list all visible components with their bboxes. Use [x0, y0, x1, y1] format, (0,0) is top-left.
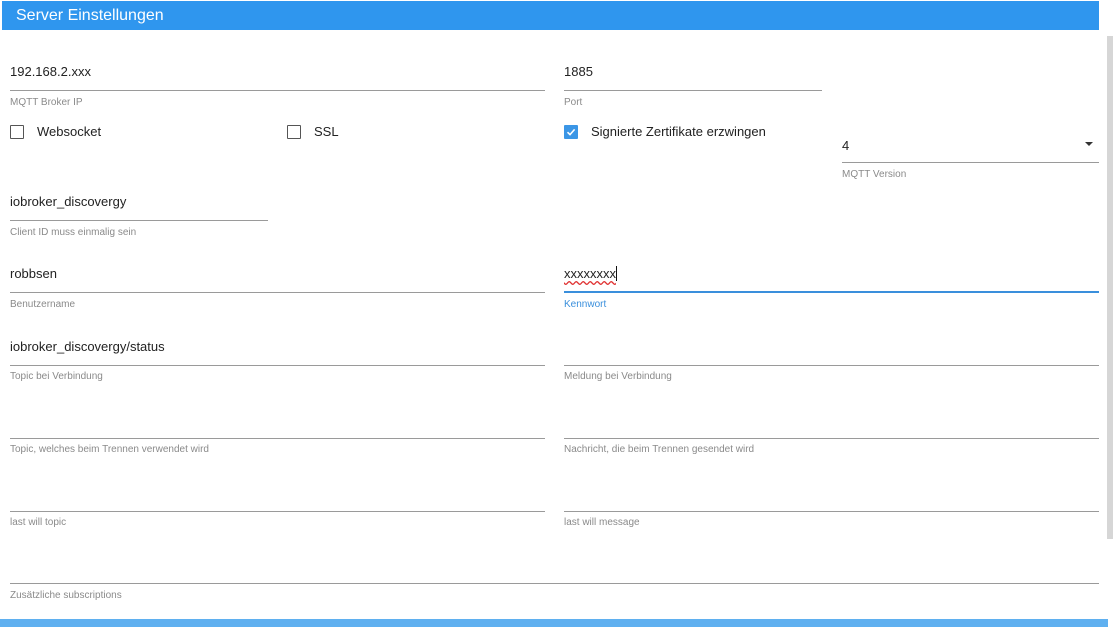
websocket-label[interactable]: Websocket	[37, 124, 101, 139]
connect-topic-underline	[10, 365, 545, 366]
last-will-topic-field[interactable]: last will topic	[10, 481, 545, 533]
bottom-bar	[0, 619, 1108, 627]
subscriptions-field[interactable]: Zusätzliche subscriptions	[10, 553, 1099, 605]
username-field[interactable]: robbsen Benutzername	[10, 262, 545, 314]
broker-ip-field[interactable]: 192.168.2.xxx MQTT Broker IP	[10, 60, 545, 112]
disconnect-topic-underline	[10, 438, 545, 439]
section-title: Server Einstellungen	[16, 7, 164, 24]
section-header: Server Einstellungen	[2, 1, 1099, 30]
port-field[interactable]: 1885 Port	[564, 60, 822, 112]
last-will-topic-label: last will topic	[10, 517, 67, 528]
password-label: Kennwort	[564, 299, 607, 310]
checkmark-icon	[566, 128, 576, 136]
text-cursor	[616, 266, 617, 281]
connect-topic-field[interactable]: iobroker_discovergy/status Topic bei Ver…	[10, 335, 545, 387]
ssl-checkbox[interactable]	[287, 124, 301, 139]
last-will-topic-underline	[10, 511, 545, 512]
password-text[interactable]: xxxxxxxx	[564, 266, 616, 281]
subscriptions-label: Zusätzliche subscriptions	[10, 590, 122, 601]
connect-message-field[interactable]: Meldung bei Verbindung	[564, 335, 1099, 387]
last-will-message-field[interactable]: last will message	[564, 481, 1099, 533]
client-id-underline	[10, 220, 268, 221]
username-input[interactable]: robbsen	[10, 266, 57, 281]
disconnect-topic-label: Topic, welches beim Trennen verwendet wi…	[10, 444, 209, 455]
broker-ip-input[interactable]: 192.168.2.xxx	[10, 64, 91, 79]
disconnect-message-field[interactable]: Nachricht, die beim Trennen gesendet wir…	[564, 408, 1099, 460]
client-id-field[interactable]: iobroker_discovergy Client ID muss einma…	[10, 190, 268, 242]
signed-certs-label[interactable]: Signierte Zertifikate erzwingen	[591, 124, 766, 139]
mqtt-version-underline	[842, 162, 1099, 163]
last-will-message-underline	[564, 511, 1099, 512]
dropdown-arrow-icon[interactable]	[1085, 142, 1093, 146]
last-will-message-label: last will message	[564, 517, 640, 528]
mqtt-version-value[interactable]: 4	[842, 138, 849, 153]
connect-topic-label: Topic bei Verbindung	[10, 371, 103, 382]
username-underline	[10, 292, 545, 293]
connect-topic-input[interactable]: iobroker_discovergy/status	[10, 339, 165, 354]
vertical-scrollbar[interactable]	[1107, 36, 1113, 539]
broker-ip-underline	[10, 90, 545, 91]
signed-certs-checkbox[interactable]	[564, 124, 578, 139]
port-label: Port	[564, 97, 583, 108]
disconnect-message-underline	[564, 438, 1099, 439]
password-field[interactable]: xxxxxxxx Kennwort	[564, 262, 1099, 314]
ssl-label[interactable]: SSL	[314, 124, 339, 139]
disconnect-message-label: Nachricht, die beim Trennen gesendet wir…	[564, 444, 755, 455]
mqtt-version-label: MQTT Version	[842, 169, 907, 180]
subscriptions-underline	[10, 583, 1099, 584]
disconnect-topic-field[interactable]: Topic, welches beim Trennen verwendet wi…	[10, 408, 545, 460]
password-input[interactable]: xxxxxxxx	[564, 266, 617, 281]
client-id-input[interactable]: iobroker_discovergy	[10, 194, 126, 209]
password-underline	[564, 291, 1099, 293]
connect-message-underline	[564, 365, 1099, 366]
signed-certs-checkbox-row[interactable]: Signierte Zertifikate erzwingen	[564, 124, 766, 139]
username-label: Benutzername	[10, 299, 76, 310]
ssl-checkbox-row[interactable]: SSL	[287, 124, 339, 139]
port-input[interactable]: 1885	[564, 64, 593, 79]
websocket-checkbox-row[interactable]: Websocket	[10, 124, 101, 139]
broker-ip-label: MQTT Broker IP	[10, 97, 83, 108]
port-underline	[564, 90, 822, 91]
connect-message-label: Meldung bei Verbindung	[564, 371, 672, 382]
mqtt-version-select[interactable]: 4 MQTT Version	[842, 134, 1099, 186]
websocket-checkbox[interactable]	[10, 124, 24, 139]
client-id-label: Client ID muss einmalig sein	[10, 227, 137, 238]
